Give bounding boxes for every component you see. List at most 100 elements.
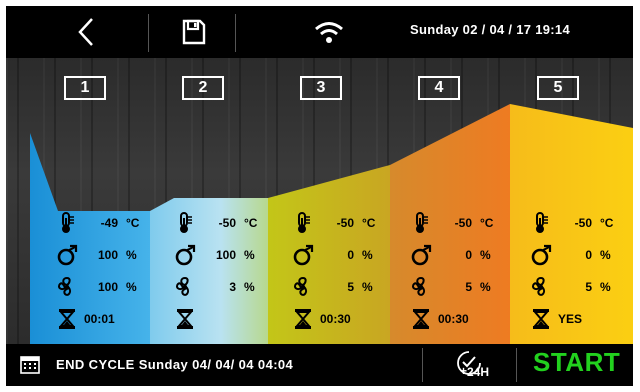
phase-5-temperature-row[interactable]: -50 °C (530, 212, 613, 234)
phase-3-time-value: 00:30 (320, 312, 351, 326)
phase-4-fan-value: 5 (465, 280, 472, 294)
fan-icon (531, 276, 546, 296)
phase-5-fan-value: 5 (585, 280, 592, 294)
phase-5-vacuum-unit: % (600, 248, 611, 262)
calendar-button[interactable] (20, 354, 40, 379)
thermometer-icon (62, 212, 74, 233)
phase-3-fan-row[interactable]: 5% (292, 276, 373, 298)
fan-icon (175, 276, 190, 296)
vacuum-icon (57, 244, 78, 266)
phase-1-time-row[interactable]: 00:01 (56, 308, 115, 330)
back-arrow-icon (78, 18, 93, 46)
phase-2-temperature-row[interactable]: -50 °C (174, 212, 257, 234)
phase-3-vacuum-unit: % (362, 248, 373, 262)
vacuum-icon (531, 244, 552, 266)
phase-2-fan-unit: % (244, 280, 255, 294)
phase-3-vacuum-row[interactable]: 0% (292, 244, 373, 266)
phase-2-fan-value: 3 (229, 280, 236, 294)
phase-3-fan-unit: % (362, 280, 373, 294)
phase-2-vacuum-value: 100 (215, 248, 236, 262)
phase-5-fan-unit: % (600, 280, 611, 294)
phase-2-button[interactable]: 2 (182, 76, 224, 100)
fan-icon (411, 276, 426, 296)
wifi-icon (315, 22, 343, 43)
fan-icon (293, 276, 308, 296)
phase-1-button[interactable]: 1 (64, 76, 106, 100)
phase-4-fan-row[interactable]: 5% (410, 276, 491, 298)
hourglass-icon (294, 309, 312, 329)
screen-frame: Sunday 02 / 04 / 17 19:14 1 -49 °C 100 %… (6, 6, 633, 386)
vacuum-icon (293, 244, 314, 266)
thermometer-icon (416, 212, 428, 233)
phase-2-temperature-unit: °C (244, 216, 258, 230)
timer-24h-button[interactable]: 24H + (450, 348, 490, 382)
phase-1-fan-value: 100 (97, 280, 118, 294)
phase-4-temperature-row[interactable]: -50 °C (410, 212, 493, 234)
save-button[interactable] (176, 12, 212, 52)
divider (516, 348, 517, 382)
hourglass-icon (176, 309, 194, 329)
phase-3-fan-value: 5 (347, 280, 354, 294)
top-bar: Sunday 02 / 04 / 17 19:14 (6, 6, 633, 58)
phase-4-vacuum-unit: % (480, 248, 491, 262)
vacuum-icon (175, 244, 196, 266)
hourglass-icon (412, 309, 430, 329)
hourglass-icon (532, 309, 550, 329)
phase-3-temperature-row[interactable]: -50 °C (292, 212, 375, 234)
end-cycle-text[interactable]: END CYCLE Sunday 04/ 04/ 04 04:04 (56, 357, 293, 372)
phase-4-vacuum-row[interactable]: 0% (410, 244, 491, 266)
phase-1-vacuum-row[interactable]: 100% (56, 244, 137, 266)
phase-3-button[interactable]: 3 (300, 76, 342, 100)
phase-2-fan-row[interactable]: 3% (174, 276, 255, 298)
phase-5-vacuum-row[interactable]: 0% (530, 244, 611, 266)
phase-3-temperature-value: -50 (336, 216, 354, 230)
phase-5-time-value: YES (558, 312, 583, 326)
phase-5-time-row[interactable]: YES (530, 308, 582, 330)
phase-2-vacuum-unit: % (244, 248, 255, 262)
cycle-profile-graph (30, 104, 633, 344)
timer-24h-label: 24H (467, 365, 490, 379)
phase-5-fan-row[interactable]: 5% (530, 276, 611, 298)
phase-2-temperature-value: -50 (218, 216, 236, 230)
phase-1-temperature-value: -49 (100, 216, 118, 230)
calendar-icon (20, 356, 40, 374)
phase-4-vacuum-value: 0 (465, 248, 472, 262)
bottom-bar: END CYCLE Sunday 04/ 04/ 04 04:04 24H + … (6, 344, 633, 386)
phase-1-vacuum-value: 100 (97, 248, 118, 262)
floppy-disk-icon (182, 19, 206, 45)
phase-1-temperature-row[interactable]: -49 °C (56, 212, 139, 234)
phase-4-time-row[interactable]: 00:30 (410, 308, 469, 330)
wifi-button[interactable] (312, 12, 346, 52)
phase-4-fan-unit: % (480, 280, 491, 294)
phase-3-time-row[interactable]: 00:30 (292, 308, 351, 330)
phase-1-time-value: 00:01 (84, 312, 115, 326)
phase-5-temperature-unit: °C (600, 216, 614, 230)
cycle-graph-area: 1 -49 °C 100% 100% 00:01 2 -50 °C 100% 3% 3 -50 °C 0% 5… (6, 58, 633, 344)
thermometer-icon (298, 212, 310, 233)
hourglass-icon (58, 309, 76, 329)
phase-2-vacuum-row[interactable]: 100% (174, 244, 255, 266)
header-datetime: Sunday 02 / 04 / 17 19:14 (410, 22, 570, 37)
timer-plus-sign: + (460, 364, 468, 378)
phase-1-vacuum-unit: % (126, 248, 137, 262)
phase-5-vacuum-value: 0 (585, 248, 592, 262)
phase-4-temperature-unit: °C (480, 216, 494, 230)
thermometer-icon (536, 212, 548, 233)
phase-1-temperature-unit: °C (126, 216, 140, 230)
phase-4-temperature-value: -50 (454, 216, 472, 230)
vacuum-icon (411, 244, 432, 266)
phase-1-fan-unit: % (126, 280, 137, 294)
thermometer-icon (180, 212, 192, 233)
phase-2-time-row[interactable] (174, 308, 202, 330)
phase-3-vacuum-value: 0 (347, 248, 354, 262)
start-button[interactable]: START (533, 347, 620, 378)
phase-4-button[interactable]: 4 (418, 76, 460, 100)
divider (235, 14, 236, 52)
back-button[interactable] (66, 12, 106, 52)
divider (148, 14, 149, 52)
phase-1-fan-row[interactable]: 100% (56, 276, 137, 298)
phase-4-time-value: 00:30 (438, 312, 469, 326)
phase-5-temperature-value: -50 (574, 216, 592, 230)
phase-5-button[interactable]: 5 (537, 76, 579, 100)
fan-icon (57, 276, 72, 296)
